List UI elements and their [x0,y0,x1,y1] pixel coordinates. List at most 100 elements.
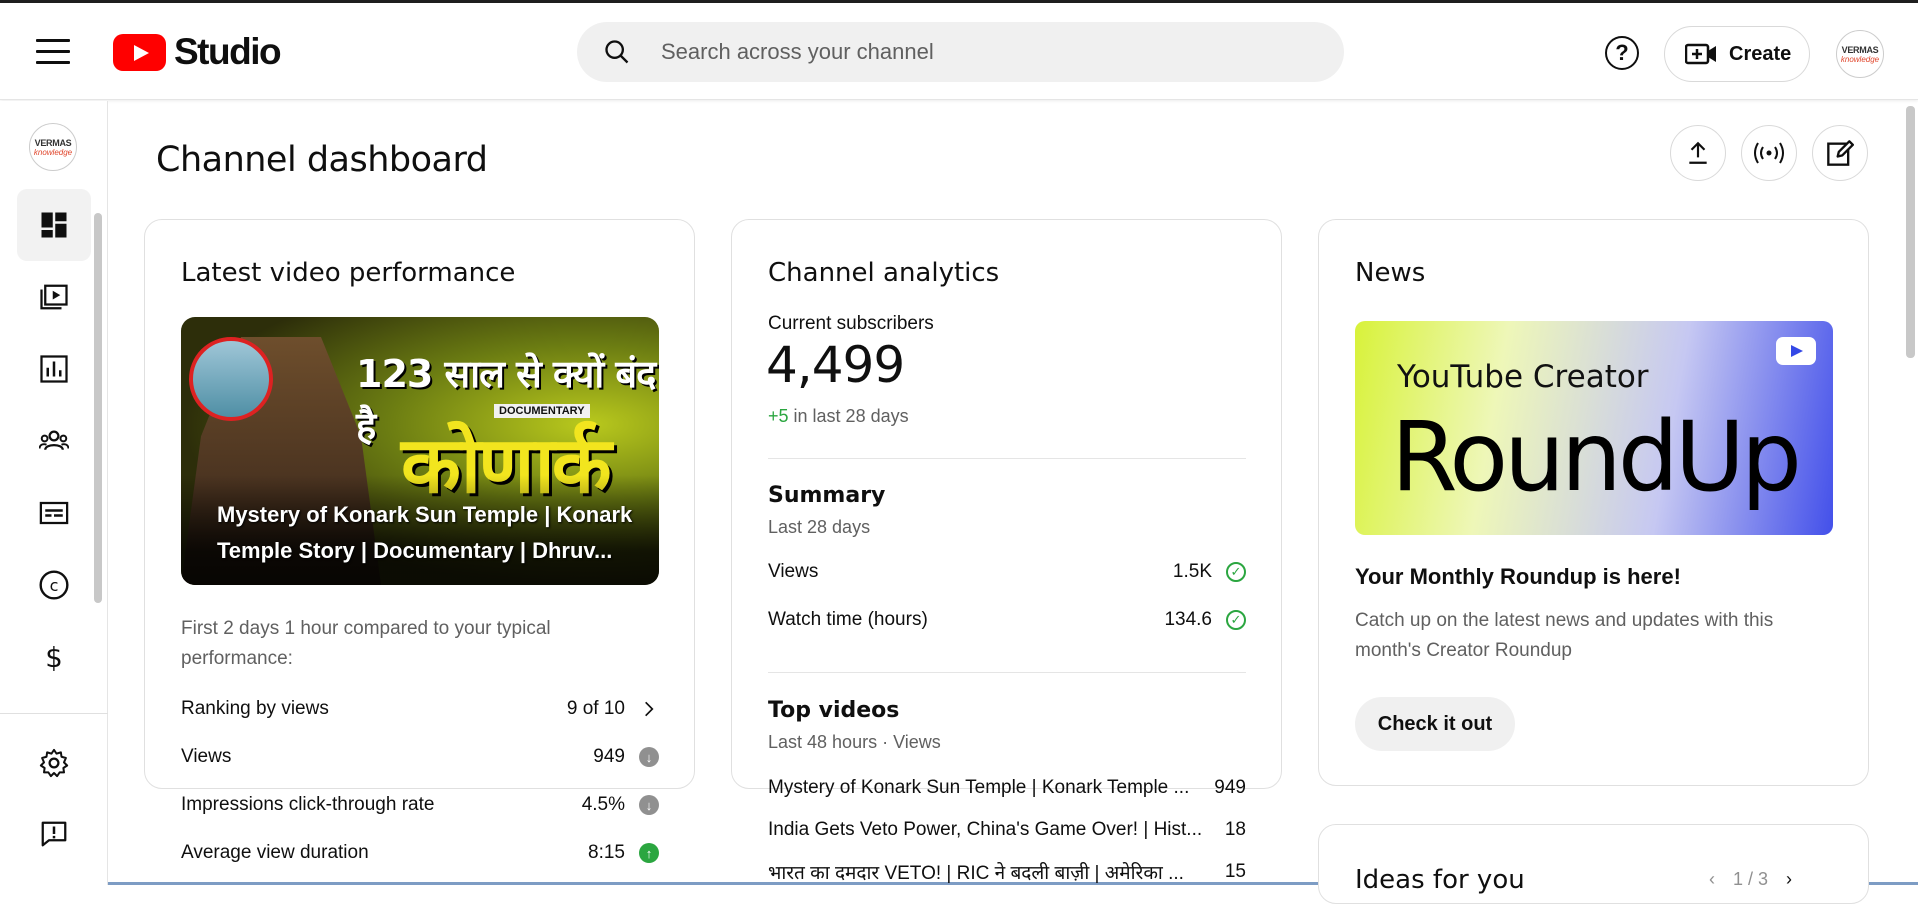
menu-icon[interactable] [36,39,70,67]
youtube-logo-icon [113,33,166,71]
inset-photo [189,337,273,421]
ideas-card: Ideas for you ‹ 1 / 3 › [1318,824,1869,904]
live-broadcast-icon [1754,142,1784,164]
sidebar-item-dashboard[interactable] [17,189,91,261]
card-title: Latest video performance [181,258,516,288]
metric-label: Ranking by views [181,698,329,719]
sidebar-item-feedback[interactable] [17,798,91,870]
thumb-tag: DOCUMENTARY [494,404,590,418]
video-title: Mystery of Konark Sun Temple | Konark Te… [217,502,633,563]
upload-button[interactable] [1670,125,1726,181]
channel-avatar[interactable]: VERMAS knowledge [29,123,77,171]
summary-row-views: Views 1.5K ✓ [768,557,1246,587]
svg-text:c: c [50,576,59,595]
go-live-button[interactable] [1741,125,1797,181]
account-avatar[interactable]: VERMAS knowledge [1836,30,1884,78]
dashboard-icon [41,212,67,238]
feedback-icon [41,821,67,847]
check-it-out-button[interactable]: Check it out [1355,697,1515,751]
help-icon[interactable]: ? [1605,36,1639,70]
ideas-page-indicator: 1 / 3 [1733,869,1769,889]
channel-analytics-card: Channel analytics Current subscribers 4,… [731,219,1282,884]
news-card: News YouTube Creator RoundUp Your Monthl… [1318,219,1869,786]
video-thumbnail[interactable]: 123 साल से क्यों बंद है कोणार्क DOCUMENT… [181,317,659,585]
avatar-text-2: knowledge [1840,54,1880,64]
search-input[interactable] [661,22,1301,82]
top-video-title: Mystery of Konark Sun Temple | Konark Te… [768,777,1190,798]
delta-suffix: in last 28 days [788,406,909,426]
summary-row-watch-time: Watch time (hours) 134.6 ✓ [768,605,1246,635]
summary-label: Watch time (hours) [768,609,928,630]
card-title: Channel analytics [768,258,1000,288]
top-videos-period: Last 48 hours · Views [768,732,941,752]
top-video-item[interactable]: India Gets Veto Power, China's Game Over… [768,815,1246,845]
content-icon [40,284,68,310]
sidebar: VERMAS knowledge c $ [0,101,108,885]
upload-icon [1689,141,1707,164]
delta-value: +5 [768,406,789,426]
chevron-right-icon [645,701,654,717]
arrow-up-icon: ↑ [639,843,659,863]
metric-ranking[interactable]: Ranking by views 9 of 10 [181,694,659,724]
divider [768,458,1246,459]
arrow-down-icon: ↓ [639,747,659,767]
dollar-icon: $ [45,642,63,672]
latest-video-card: Latest video performance 123 साल से क्यो… [144,219,695,863]
search-bar[interactable] [577,22,1344,82]
banner-line-1: YouTube Creator [1397,359,1649,395]
news-banner-image[interactable]: YouTube Creator RoundUp [1355,321,1833,535]
top-videos-title: Top videos [768,698,900,723]
gear-icon [39,748,69,778]
card-title: News [1355,258,1426,288]
top-video-title: India Gets Veto Power, China's Game Over… [768,819,1203,840]
banner-line-2: RoundUp [1391,401,1802,513]
sidebar-item-copyright[interactable]: c [17,549,91,621]
subtitles-icon [39,501,69,525]
news-body: Catch up on the latest news and updates … [1355,610,1774,661]
channel-avatar-text-1: VERMAS [34,137,72,148]
metric-value: 949 [593,746,625,767]
summary-period: Last 28 days [768,517,871,537]
create-post-button[interactable] [1812,125,1868,181]
chevron-right-icon[interactable]: › [1786,869,1792,890]
divider [768,672,1246,673]
top-video-views: 18 [1224,819,1246,840]
ideas-pager: ‹ 1 / 3 › [1709,869,1792,890]
create-button[interactable]: Create [1664,26,1810,82]
sidebar-item-subtitles[interactable] [17,477,91,549]
youtube-icon [1776,337,1816,365]
news-headline: Your Monthly Roundup is here! [1355,564,1681,589]
metric-label: Views [181,746,232,767]
main-scrollbar[interactable] [1906,106,1915,358]
analytics-icon [40,355,68,383]
create-label: Create [1729,42,1792,65]
sidebar-item-analytics[interactable] [17,333,91,405]
studio-logo[interactable]: Studio [113,31,282,73]
top-video-item[interactable]: Mystery of Konark Sun Temple | Konark Te… [768,773,1246,803]
sidebar-item-settings[interactable] [17,727,91,799]
summary-label: Views [768,561,819,582]
community-icon [39,430,69,451]
edit-icon [1827,140,1854,166]
top-video-item[interactable]: भारत का दमदार VETO! | RIC ने बदली बाज़ी … [768,857,1246,887]
performance-note: First 2 days 1 hour compared to your typ… [181,618,551,669]
sidebar-scrollbar[interactable] [94,213,102,603]
sidebar-item-earn[interactable]: $ [17,621,91,693]
metric-label: Impressions click-through rate [181,794,435,815]
create-video-icon [1685,43,1716,65]
subscribers-count: 4,499 [766,336,905,394]
metric-views: Views 949 ↓ [181,742,659,772]
top-video-views: 949 [1214,777,1246,798]
subscribers-label: Current subscribers [768,313,934,334]
metric-avg-duration: Average view duration 8:15 ↑ [181,838,659,868]
metric-value: 9 of 10 [566,698,625,719]
chevron-left-icon[interactable]: ‹ [1709,869,1715,890]
sidebar-item-community[interactable] [17,405,91,477]
channel-avatar-text-2: knowledge [33,147,73,157]
summary-value: 134.6 [1164,609,1212,630]
metric-value: 4.5% [581,794,625,815]
svg-text:$: $ [45,642,63,672]
metric-label: Average view duration [181,842,369,863]
sidebar-divider [0,713,108,714]
sidebar-item-content[interactable] [17,261,91,333]
